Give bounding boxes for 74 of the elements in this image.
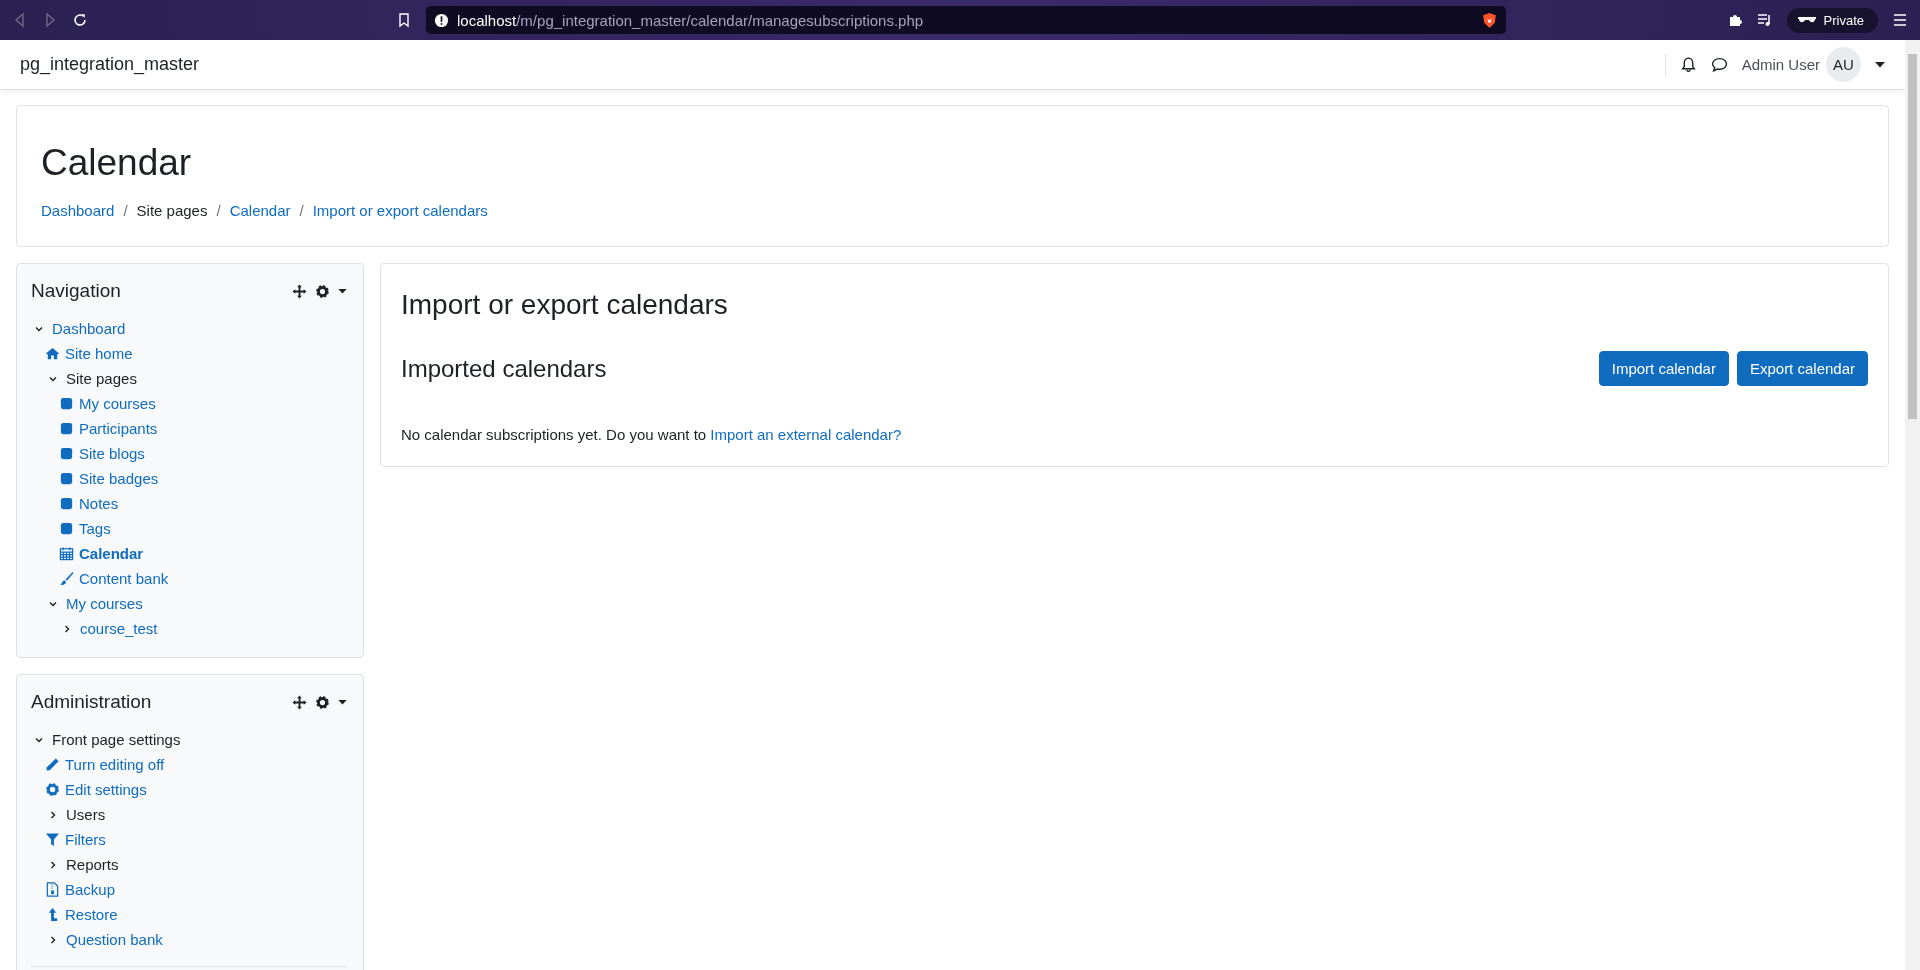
caret-icon[interactable] <box>1875 61 1885 68</box>
user-avatar[interactable]: AU <box>1826 47 1861 82</box>
tree-item[interactable]: Tags <box>79 520 111 537</box>
breadcrumb-separator: / <box>123 202 128 219</box>
tree-item: Front page settings <box>52 731 181 748</box>
glasses-icon <box>1796 15 1817 25</box>
breadcrumb-item[interactable]: Calendar <box>229 202 291 219</box>
square-icon <box>59 521 74 536</box>
calendar-icon <box>59 546 74 561</box>
home-icon <box>45 346 60 361</box>
private-window-badge[interactable]: Private <box>1786 7 1878 33</box>
playlist-icon[interactable] <box>1756 12 1773 28</box>
empty-message: No calendar subscriptions yet. Do you want to Import an external calendar? <box>401 426 903 443</box>
tree-item[interactable]: Notes <box>79 495 119 512</box>
caret-icon[interactable] <box>338 288 347 294</box>
import-link[interactable]: Import an external calendar? <box>710 426 902 443</box>
tree-item: Reports <box>66 856 119 873</box>
tree-item[interactable]: Content bank <box>79 570 169 587</box>
scrollbar-thumb[interactable] <box>1908 54 1917 419</box>
filter-icon <box>45 832 60 847</box>
brush-icon <box>59 571 74 586</box>
tree-item[interactable]: course_test <box>80 620 158 637</box>
bell-icon[interactable] <box>1679 56 1697 73</box>
tree-item[interactable]: Dashboard <box>52 320 126 337</box>
file-icon <box>45 882 60 897</box>
caret-icon[interactable] <box>338 699 347 705</box>
square-icon <box>59 471 74 486</box>
info-icon <box>434 12 449 28</box>
tree-item: Site pages <box>66 370 137 387</box>
tree-item[interactable]: Filters <box>65 831 106 848</box>
breadcrumb-separator: / <box>216 202 221 219</box>
tree-item[interactable]: Backup <box>65 881 116 898</box>
square-icon <box>59 496 74 511</box>
tree-item[interactable]: Site blogs <box>79 445 145 462</box>
menu-icon[interactable] <box>1892 12 1908 28</box>
tree-item[interactable]: Calendar <box>79 545 144 562</box>
pencil-icon <box>45 757 60 772</box>
page-title: Calendar <box>41 142 193 184</box>
block-title: Navigation <box>31 280 121 302</box>
speech-bubble-icon[interactable] <box>1710 56 1728 73</box>
tree-item[interactable]: Site badges <box>79 470 159 487</box>
bookmark-icon[interactable] <box>396 12 412 28</box>
tree-item: Users <box>66 806 106 823</box>
tree-item[interactable]: Participants <box>79 420 158 437</box>
square-icon <box>59 396 74 411</box>
user-name[interactable]: Admin User <box>1741 56 1820 73</box>
breadcrumb-separator: / <box>299 202 304 219</box>
settings-icon[interactable] <box>315 283 330 299</box>
tree-item[interactable]: My courses <box>66 595 143 612</box>
site-name[interactable]: pg_integration_master <box>20 54 200 75</box>
gear-icon <box>45 782 60 797</box>
move-icon[interactable] <box>292 694 307 710</box>
tree-item[interactable]: Question bank <box>66 931 163 948</box>
tree-item[interactable]: Turn editing off <box>65 756 165 773</box>
square-icon <box>59 421 74 436</box>
settings-icon[interactable] <box>315 694 330 710</box>
reload-icon[interactable] <box>72 12 88 28</box>
block-title: Administration <box>31 691 152 713</box>
breadcrumb-item: Site pages <box>136 202 208 219</box>
action-button[interactable]: Import calendar <box>1598 351 1729 386</box>
tree-item[interactable]: Edit settings <box>65 781 147 798</box>
action-button[interactable]: Export calendar <box>1736 351 1868 386</box>
tree-item[interactable]: Site home <box>65 345 133 362</box>
breadcrumb-item[interactable]: Import or export calendars <box>312 202 488 219</box>
address-bar[interactable]: localhost/m/pg_integration_master/calendar/managesubscriptions.php <box>426 6 1506 34</box>
tree-item[interactable]: Restore <box>65 906 118 923</box>
tree-item[interactable]: My courses <box>79 395 156 412</box>
move-icon[interactable] <box>292 283 307 299</box>
square-icon <box>59 446 74 461</box>
shield-icon[interactable] <box>1481 11 1498 29</box>
section-heading: Import or export calendars <box>401 289 729 321</box>
scrollbar[interactable] <box>1905 40 1920 970</box>
subsection-heading: Imported calendars <box>401 354 607 383</box>
breadcrumb-item[interactable]: Dashboard <box>41 202 115 219</box>
